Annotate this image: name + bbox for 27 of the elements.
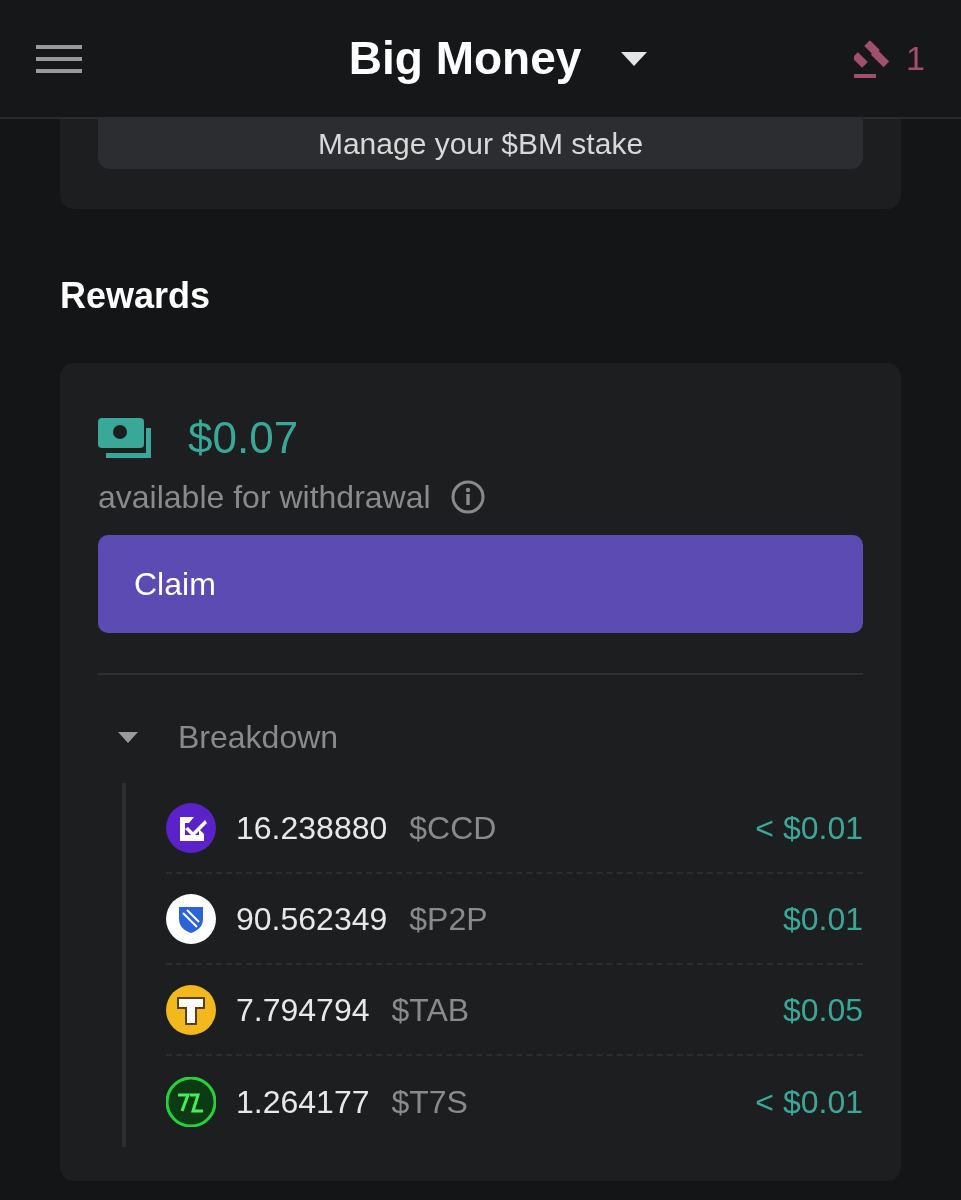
withdrawal-caption: available for withdrawal (98, 478, 431, 517)
info-icon[interactable] (450, 480, 485, 514)
token-amount: 1.264177 (236, 1082, 370, 1122)
token-amount: 7.794794 (236, 990, 370, 1030)
caret-icon (621, 51, 648, 66)
token-value: $0.01 (782, 899, 863, 939)
token-icon (166, 1076, 216, 1127)
claim-button[interactable]: Claim (98, 535, 863, 633)
token-symbol: $T7S (391, 1082, 468, 1122)
token-symbol: $CCD (409, 808, 497, 848)
breakdown-toggle[interactable]: Breakdown (98, 713, 339, 761)
token-icon (166, 802, 216, 853)
title-dropdown[interactable]: Big Money (348, 24, 648, 93)
token-icon (166, 893, 216, 944)
token-value: < $0.01 (755, 1082, 863, 1122)
stake-button[interactable]: Manage your $BM stake (98, 119, 863, 169)
menu-icon[interactable] (36, 42, 82, 75)
section-heading: Rewards (60, 274, 212, 318)
token-symbol: $TAB (391, 990, 470, 1030)
token-amount: 16.238880 (236, 808, 388, 848)
token-amount: 90.562349 (236, 899, 388, 939)
token-value: $0.05 (782, 990, 863, 1030)
reward-amount: $0.07 (188, 412, 299, 464)
caret-icon (118, 731, 138, 743)
token-symbol: $P2P (409, 899, 488, 939)
token-icon (166, 984, 216, 1035)
token-value: < $0.01 (755, 808, 863, 848)
